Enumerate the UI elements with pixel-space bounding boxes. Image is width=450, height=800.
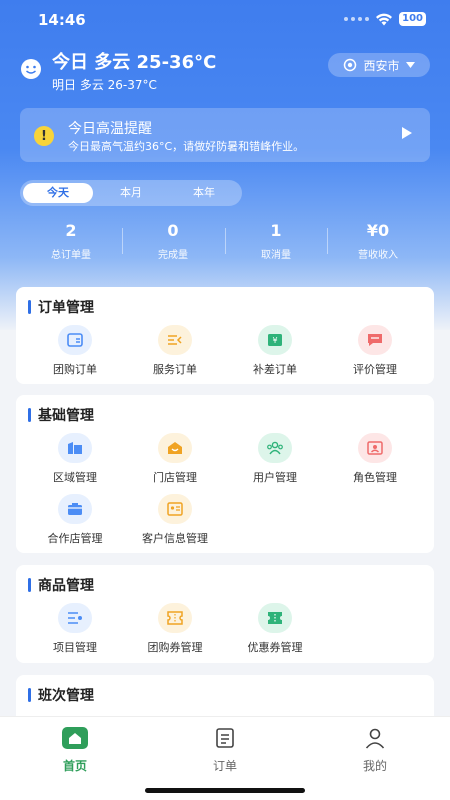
project-icon <box>58 603 92 633</box>
entry-label: 合作店管理 <box>47 532 103 545</box>
home-indicator <box>145 788 305 793</box>
review-icon <box>358 325 392 355</box>
group-order-icon <box>58 325 92 355</box>
nav-label: 首页 <box>62 759 87 773</box>
period-tabs: 今天 本月 本年 <box>20 180 242 206</box>
stat-value: 1 <box>270 221 282 240</box>
section-title: 班次管理 <box>28 685 94 705</box>
basic-management-card: 基础管理 区域管理 门店管理 用户管理 角色管理 合作店管理 客户信息管理 <box>16 395 434 553</box>
weather-today: 今日 多云 25-36°C <box>52 52 217 73</box>
status-indicators: 100 <box>344 12 426 26</box>
entry-label: 团购订单 <box>53 363 97 376</box>
store-icon <box>158 433 192 463</box>
heat-alert-banner[interactable]: ! 今日高温提醒 今日最高气温约36°C，请做好防暑和错峰作业。 <box>20 108 430 162</box>
stat-label: 取消量 <box>261 250 291 261</box>
orders-card: 订单管理 团购订单 服务订单 ¥ 补差订单 评价管理 <box>16 287 434 384</box>
nav-label: 我的 <box>362 759 387 773</box>
stat-completed: 0 完成量 <box>122 221 224 262</box>
nav-home[interactable]: 首页 <box>35 725 115 774</box>
entry-supplement-order[interactable]: ¥ 补差订单 <box>225 325 325 377</box>
stat-total-orders: 2 总订单量 <box>20 221 122 262</box>
stat-label: 营收收入 <box>358 250 398 261</box>
home-icon <box>60 725 90 751</box>
entry-group-order[interactable]: 团购订单 <box>25 325 125 377</box>
entry-label: 角色管理 <box>353 471 397 484</box>
entry-label: 区域管理 <box>53 471 97 484</box>
section-title: 商品管理 <box>28 575 94 595</box>
tab-today[interactable]: 今天 <box>23 183 93 203</box>
wifi-icon <box>376 13 393 25</box>
battery-indicator: 100 <box>399 12 426 26</box>
entry-label: 团购券管理 <box>147 641 203 654</box>
entry-partner-store[interactable]: 合作店管理 <box>25 494 125 546</box>
entry-label: 服务订单 <box>153 363 197 376</box>
section-title: 订单管理 <box>28 297 94 317</box>
entry-label: 用户管理 <box>253 471 297 484</box>
entry-store[interactable]: 门店管理 <box>125 433 225 485</box>
play-icon <box>402 127 412 139</box>
stat-cancelled: 1 取消量 <box>225 221 327 262</box>
orders-list-icon <box>210 725 240 751</box>
entry-role[interactable]: 角色管理 <box>325 433 425 485</box>
entry-customer-info[interactable]: 客户信息管理 <box>125 494 225 546</box>
service-order-icon <box>158 325 192 355</box>
entry-label: 优惠券管理 <box>247 641 303 654</box>
group-coupon-icon <box>158 603 192 633</box>
status-time: 14:46 <box>38 11 86 29</box>
signal-icon <box>344 17 370 21</box>
stat-value: 2 <box>65 221 77 240</box>
region-icon <box>58 433 92 463</box>
section-title: 基础管理 <box>28 405 94 425</box>
weather-tomorrow: 明日 多云 26-37°C <box>52 78 157 92</box>
city-selector[interactable]: 西安市 <box>328 53 430 77</box>
entry-label: 门店管理 <box>153 471 197 484</box>
alert-description: 今日最高气温约36°C，请做好防暑和错峰作业。 <box>68 140 305 153</box>
stats-row: 2 总订单量 0 完成量 1 取消量 ¥0 营收收入 <box>20 222 430 262</box>
location-icon <box>344 58 357 72</box>
weather-smile-icon <box>21 59 41 79</box>
entry-coupon[interactable]: 优惠券管理 <box>225 603 325 655</box>
svg-text:¥: ¥ <box>272 336 277 345</box>
entry-label: 评价管理 <box>353 363 397 376</box>
caret-down-icon <box>405 62 415 68</box>
stat-value: 0 <box>167 221 179 240</box>
stat-revenue: ¥0 营收收入 <box>327 221 429 262</box>
users-icon <box>258 433 292 463</box>
entry-label: 项目管理 <box>53 641 97 654</box>
user-icon <box>360 725 390 751</box>
entry-label: 补差订单 <box>253 363 297 376</box>
nav-profile[interactable]: 我的 <box>335 725 415 774</box>
status-bar: 14:46 100 <box>0 0 450 40</box>
stat-label: 完成量 <box>158 250 188 261</box>
warning-icon: ! <box>34 126 54 146</box>
tab-month[interactable]: 本月 <box>96 183 166 203</box>
entry-group-coupon[interactable]: 团购券管理 <box>125 603 225 655</box>
stat-label: 总订单量 <box>51 250 91 261</box>
entry-service-order[interactable]: 服务订单 <box>125 325 225 377</box>
entry-label: 客户信息管理 <box>142 532 208 545</box>
entry-project[interactable]: 项目管理 <box>25 603 125 655</box>
stat-value: ¥0 <box>366 221 390 240</box>
tab-year[interactable]: 本年 <box>169 183 239 203</box>
city-label: 西安市 <box>363 58 400 73</box>
customer-info-icon <box>158 494 192 524</box>
entry-users[interactable]: 用户管理 <box>225 433 325 485</box>
role-icon <box>358 433 392 463</box>
nav-orders[interactable]: 订单 <box>185 725 265 774</box>
partner-store-icon <box>58 494 92 524</box>
alert-title: 今日高温提醒 <box>68 121 152 137</box>
nav-label: 订单 <box>212 759 237 773</box>
goods-management-card: 商品管理 项目管理 团购券管理 优惠券管理 <box>16 565 434 663</box>
coupon-icon <box>258 603 292 633</box>
entry-region[interactable]: 区域管理 <box>25 433 125 485</box>
supplement-order-icon: ¥ <box>258 325 292 355</box>
entry-review[interactable]: 评价管理 <box>325 325 425 377</box>
